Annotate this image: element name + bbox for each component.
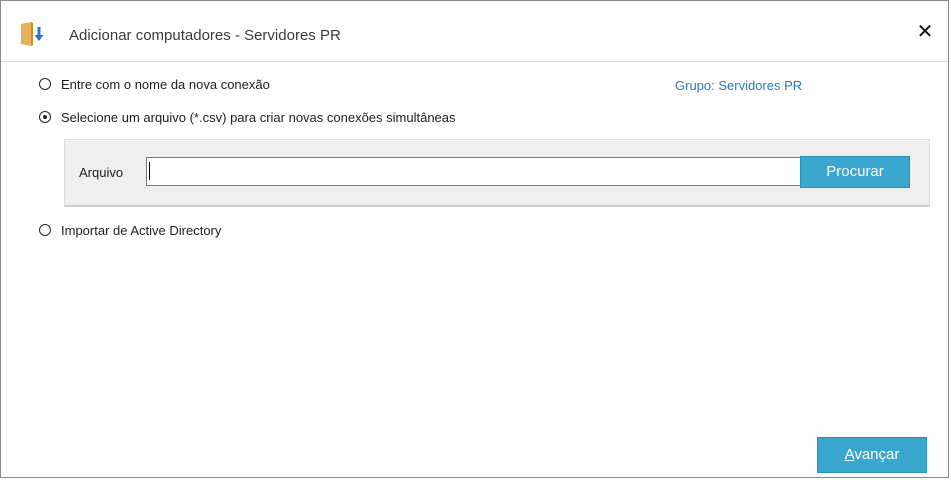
next-button-mnemonic: A bbox=[844, 446, 855, 463]
browse-button[interactable]: Procurar bbox=[800, 156, 910, 188]
close-button[interactable]: ✕ bbox=[912, 19, 938, 45]
radio-active-directory[interactable] bbox=[39, 224, 51, 236]
add-computers-dialog: Adicionar computadores - Servidores PR ✕… bbox=[0, 0, 949, 478]
file-label: Arquivo bbox=[79, 165, 124, 180]
option-csv-file-label: Selecione um arquivo (*.csv) para criar … bbox=[61, 109, 456, 125]
option-active-directory-label: Importar de Active Directory bbox=[61, 222, 222, 238]
group-label: Grupo: Servidores PR bbox=[675, 78, 803, 93]
next-button[interactable]: Avançar bbox=[817, 437, 927, 473]
radio-new-connection[interactable] bbox=[39, 78, 51, 90]
radio-csv-file[interactable] bbox=[39, 111, 51, 123]
file-path-input[interactable] bbox=[146, 157, 859, 186]
option-csv-file[interactable]: Selecione um arquivo (*.csv) para criar … bbox=[39, 107, 456, 127]
option-new-connection-label: Entre com o nome da nova conexão bbox=[61, 76, 270, 92]
close-icon: ✕ bbox=[916, 21, 934, 43]
folder-import-icon bbox=[19, 21, 47, 47]
next-button-label: vançar bbox=[854, 446, 900, 463]
option-new-connection[interactable]: Entre com o nome da nova conexão bbox=[39, 74, 270, 94]
dialog-title: Adicionar computadores - Servidores PR bbox=[69, 27, 341, 44]
option-active-directory[interactable]: Importar de Active Directory bbox=[39, 220, 221, 240]
text-caret bbox=[149, 162, 150, 180]
title-bar: Adicionar computadores - Servidores PR ✕ bbox=[1, 1, 948, 62]
file-picker-panel: Arquivo Procurar bbox=[64, 139, 930, 207]
